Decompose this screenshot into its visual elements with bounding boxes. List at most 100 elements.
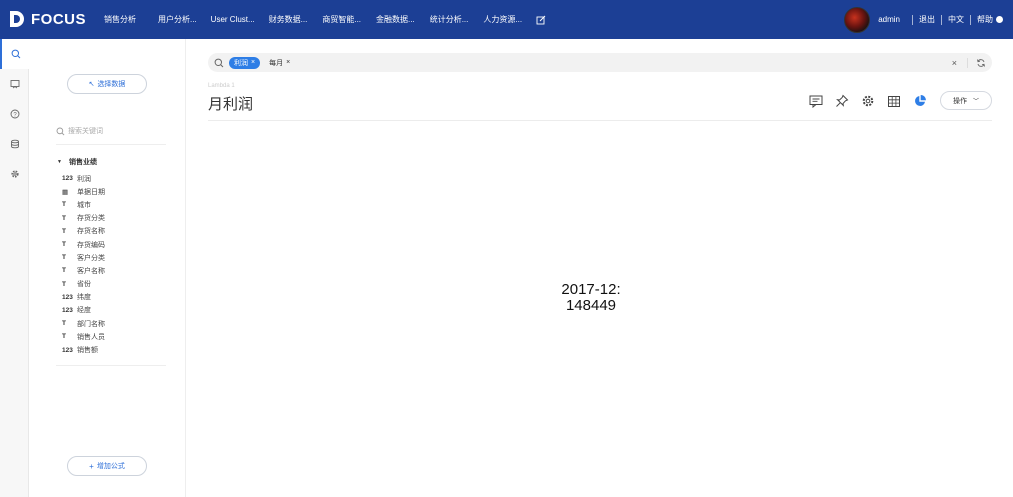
user-avatar[interactable] bbox=[844, 6, 871, 33]
number-type-icon: 123 bbox=[62, 346, 73, 354]
field-item[interactable]: 123 销售额 bbox=[62, 343, 105, 356]
field-item[interactable]: T 省份 bbox=[62, 278, 105, 291]
nav-item[interactable]: 商贸智能... bbox=[322, 14, 361, 25]
language-switch[interactable]: 中文 bbox=[948, 14, 964, 25]
field-label: 存货名称 bbox=[77, 228, 105, 236]
nav-item[interactable]: 销售分析 bbox=[104, 14, 136, 25]
nav-item[interactable]: 统计分析... bbox=[430, 14, 469, 25]
field-item[interactable]: T 存货名称 bbox=[62, 225, 105, 238]
divider bbox=[912, 14, 913, 25]
divider bbox=[941, 14, 942, 25]
field-label: 销售人员 bbox=[77, 333, 105, 341]
question-icon: ? bbox=[10, 109, 19, 119]
number-type-icon: 123 bbox=[62, 293, 73, 301]
field-list: 123 利润 ▦ 单据日期 T 城市 T 存货分类 T 存货名称 T 存货编码 T 客户分类 T 客户名称 T 省… bbox=[62, 172, 105, 357]
nav-item[interactable]: 财务数据... bbox=[269, 14, 308, 25]
table-icon bbox=[888, 95, 900, 107]
pin-button[interactable] bbox=[834, 94, 850, 108]
icon-rail: ? bbox=[0, 39, 29, 497]
clear-icon[interactable]: × bbox=[952, 58, 957, 68]
table-view-button[interactable] bbox=[886, 94, 902, 108]
top-navigation-bar: FOCUS 销售分析 用户分析... User Clust... 财务数据...… bbox=[0, 0, 1013, 39]
tag-label: 利润 bbox=[234, 59, 248, 67]
help-link[interactable]: 帮助 bbox=[977, 14, 1003, 25]
logout-link[interactable]: 退出 bbox=[919, 14, 935, 25]
add-formula-label: 增加公式 bbox=[96, 463, 125, 470]
field-item[interactable]: 123 利润 bbox=[62, 172, 105, 185]
field-label: 部门名称 bbox=[77, 320, 105, 328]
operation-label: 操作 bbox=[952, 97, 967, 105]
query-search-bar[interactable]: 利润 × 每月 × × bbox=[208, 53, 992, 72]
cursor-icon: ↖ bbox=[88, 81, 95, 88]
number-type-icon: 123 bbox=[62, 306, 73, 314]
rail-database[interactable] bbox=[0, 129, 29, 159]
chart-view-button[interactable] bbox=[912, 94, 928, 108]
number-type-icon: 123 bbox=[62, 175, 73, 183]
field-label: 经度 bbox=[77, 307, 91, 315]
add-formula-button[interactable]: + 增加公式 bbox=[67, 456, 147, 476]
view-toolbar bbox=[798, 94, 928, 108]
table-group-sales[interactable]: ▼ 销售业绩 bbox=[57, 157, 97, 167]
operation-dropdown[interactable]: 操作 ﹀ bbox=[940, 91, 992, 110]
field-label: 单据日期 bbox=[77, 188, 105, 196]
close-icon[interactable]: × bbox=[251, 59, 255, 66]
text-type-icon: T bbox=[62, 280, 66, 288]
query-tag-monthly[interactable]: 每月 × bbox=[264, 57, 295, 69]
help-icon bbox=[996, 16, 1003, 24]
edit-nav-icon[interactable] bbox=[536, 15, 546, 25]
nav-item[interactable]: 金融数据... bbox=[376, 14, 415, 25]
gear-icon bbox=[10, 170, 19, 178]
board-icon bbox=[10, 80, 19, 89]
rail-search[interactable] bbox=[0, 39, 29, 69]
data-panel: ↖ 选择数据 搜索关键词 ▼ 销售业绩 123 利润 ▦ 单据日期 T 城市 T 存货分类 T 存… bbox=[29, 39, 186, 497]
user-name[interactable]: admin bbox=[878, 15, 900, 24]
field-label: 存货分类 bbox=[77, 215, 105, 223]
field-item[interactable]: 123 纬度 bbox=[62, 291, 105, 304]
rail-help[interactable]: ? bbox=[0, 99, 29, 129]
field-label: 存货编码 bbox=[77, 241, 105, 249]
logo-icon bbox=[10, 11, 24, 27]
refresh-icon[interactable] bbox=[976, 58, 986, 68]
nav-item[interactable]: 人力资源... bbox=[483, 14, 522, 25]
nav-item[interactable]: 用户分析... bbox=[158, 14, 197, 25]
field-item[interactable]: T 城市 bbox=[62, 198, 105, 211]
text-type-icon: T bbox=[62, 254, 66, 262]
date-type-icon: ▦ bbox=[62, 188, 69, 196]
text-type-icon: T bbox=[62, 241, 66, 249]
field-item[interactable]: ▦ 单据日期 bbox=[62, 185, 105, 198]
field-item[interactable]: T 客户分类 bbox=[62, 251, 105, 264]
field-label: 省份 bbox=[77, 281, 91, 289]
field-item[interactable]: T 客户名称 bbox=[62, 264, 105, 277]
text-type-icon: T bbox=[62, 333, 66, 341]
text-type-icon: T bbox=[62, 227, 66, 235]
field-item[interactable]: 123 经度 bbox=[62, 304, 105, 317]
search-icon bbox=[214, 58, 224, 67]
comment-button[interactable] bbox=[808, 94, 824, 108]
divider bbox=[970, 14, 971, 25]
rail-settings[interactable] bbox=[0, 159, 29, 189]
gear-icon bbox=[862, 95, 874, 107]
settings-button[interactable] bbox=[860, 94, 876, 108]
select-data-button[interactable]: ↖ 选择数据 bbox=[67, 74, 147, 94]
field-item[interactable]: T 销售人员 bbox=[62, 330, 105, 343]
field-item[interactable]: T 存货编码 bbox=[62, 238, 105, 251]
field-label: 纬度 bbox=[77, 294, 91, 302]
focus-logo[interactable]: FOCUS bbox=[9, 10, 86, 28]
field-search-input[interactable]: 搜索关键词 bbox=[56, 124, 166, 138]
close-icon[interactable]: × bbox=[286, 59, 290, 66]
logo-text: FOCUS bbox=[31, 10, 86, 28]
rail-board[interactable] bbox=[0, 69, 29, 99]
search-icon bbox=[11, 49, 20, 59]
result-value: 148449 bbox=[565, 297, 617, 314]
divider bbox=[967, 57, 968, 68]
nav-item[interactable]: User Clust... bbox=[211, 15, 255, 24]
caret-down-icon: ▼ bbox=[57, 159, 62, 165]
field-item[interactable]: T 部门名称 bbox=[62, 317, 105, 330]
divider bbox=[56, 144, 166, 145]
query-tag-profit[interactable]: 利润 × bbox=[229, 56, 261, 69]
answer-title: 月利润 bbox=[208, 96, 254, 113]
single-value-result: 2017-12: 148449 bbox=[496, 282, 686, 314]
field-item[interactable]: T 存货分类 bbox=[62, 212, 105, 225]
text-type-icon: T bbox=[62, 214, 66, 222]
plus-icon: + bbox=[89, 461, 94, 471]
